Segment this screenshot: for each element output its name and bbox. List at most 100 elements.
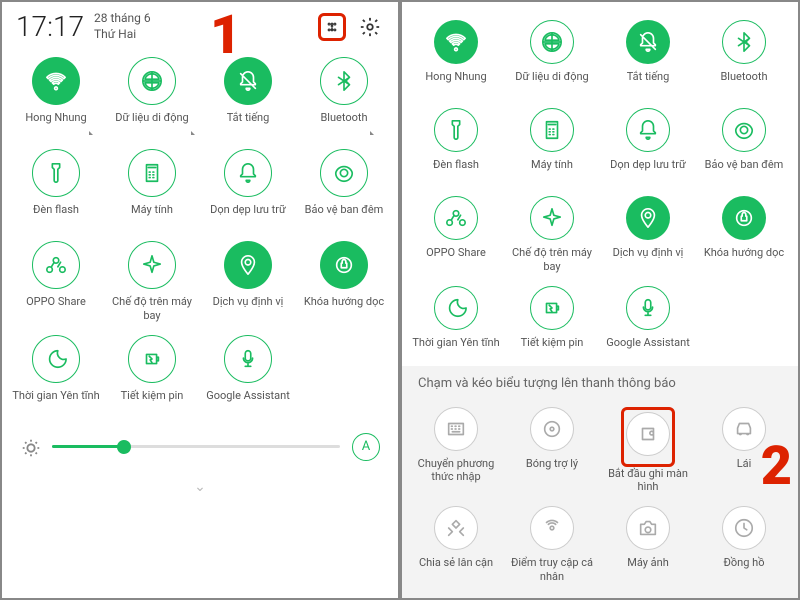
wifi-icon <box>32 57 80 105</box>
drag-handle[interactable]: ⌄ <box>2 475 398 499</box>
tile-label: Lái <box>737 457 752 483</box>
tile-flashlight[interactable]: Đèn flash <box>408 104 504 188</box>
tile-label: Dữ liệu di động <box>115 111 188 137</box>
tile-keyboard[interactable]: Chuyển phương thức nhập <box>408 403 504 499</box>
highlight-box <box>621 407 675 467</box>
tile-record[interactable]: Bắt đầu ghi màn hình <box>600 403 696 499</box>
tile-location[interactable]: Dịch vụ định vị <box>200 237 296 327</box>
tile-lock-rotation[interactable]: Khóa hướng dọc <box>296 237 392 327</box>
tile-bluetooth[interactable]: Bluetooth <box>296 53 392 141</box>
tile-label: Bluetooth <box>320 111 367 137</box>
tile-label: Máy tính <box>131 203 173 229</box>
tile-calculator[interactable]: Máy tính <box>104 145 200 233</box>
auto-brightness-toggle[interactable]: A <box>352 433 380 461</box>
camera-icon <box>626 506 670 550</box>
settings-button[interactable] <box>356 13 384 41</box>
eye-care-icon <box>722 108 766 152</box>
tile-bell[interactable]: Dọn dẹp lưu trữ <box>200 145 296 233</box>
airplane-icon <box>128 241 176 289</box>
section-title: Chạm và kéo biểu tượng lên thanh thông b… <box>402 366 798 397</box>
tile-circle-dot[interactable]: Bóng trợ lý <box>504 403 600 499</box>
tile-label: OPPO Share <box>426 246 486 272</box>
tile-label: Thời gian Yên tĩnh <box>12 389 99 415</box>
tile-label: Đèn flash <box>433 158 479 184</box>
tile-eye-care[interactable]: Bảo vệ ban đêm <box>296 145 392 233</box>
tile-label: Hong Nhung <box>425 70 486 96</box>
location-icon <box>224 241 272 289</box>
tile-label: Khóa hướng dọc <box>704 246 784 272</box>
tile-globe[interactable]: Dữ liệu di động <box>104 53 200 141</box>
edit-tiles-button[interactable] <box>318 13 346 41</box>
bell-icon <box>224 149 272 197</box>
brightness-slider[interactable] <box>52 445 340 448</box>
mic-icon <box>224 335 272 383</box>
tile-label: Chế độ trên máy bay <box>508 246 596 274</box>
tiles-grid-left: Hong Nhung Dữ liệu di động Tắt tiếng Blueto… <box>2 47 398 419</box>
date-line1: 28 tháng 6 <box>94 11 151 27</box>
tile-label: Bóng trợ lý <box>526 457 578 483</box>
tile-label: Dịch vụ định vị <box>213 295 284 321</box>
car-icon <box>722 407 766 451</box>
tile-moon[interactable]: Thời gian Yên tĩnh <box>408 282 504 366</box>
brightness-slider-row: A <box>2 419 398 475</box>
date-line2: Thứ Hai <box>94 27 151 43</box>
tile-label: Google Assistant <box>606 336 690 362</box>
tile-airplane[interactable]: Chế độ trên máy bay <box>504 192 600 278</box>
tile-bluetooth[interactable]: Bluetooth <box>696 16 792 100</box>
tile-hotspot[interactable]: Điểm truy cập cá nhân <box>504 502 600 588</box>
battery-icon <box>530 286 574 330</box>
keyboard-icon <box>434 407 478 451</box>
wifi-icon <box>434 20 478 64</box>
flashlight-icon <box>32 149 80 197</box>
tile-label: Tiết kiệm pin <box>121 389 184 415</box>
tile-label: Thời gian Yên tĩnh <box>412 336 499 362</box>
record-icon <box>626 412 670 456</box>
tile-label: Chia sẻ lân cận <box>419 556 493 582</box>
tile-moon[interactable]: Thời gian Yên tĩnh <box>8 331 104 419</box>
tile-share[interactable]: OPPO Share <box>8 237 104 327</box>
tile-label: Máy tính <box>531 158 573 184</box>
share-icon <box>32 241 80 289</box>
tiles-grid-right-top: Hong Nhung Dữ liệu di độngTắt tiếngBlueto… <box>402 2 798 366</box>
location-icon <box>626 196 670 240</box>
bell-off-icon <box>626 20 670 64</box>
tile-label: Dọn dẹp lưu trữ <box>210 203 286 229</box>
status-bar: 17:17 28 tháng 6 Thứ Hai <box>2 2 398 47</box>
tile-share[interactable]: OPPO Share <box>408 192 504 278</box>
tile-label: Tiết kiệm pin <box>521 336 584 362</box>
globe-icon <box>530 20 574 64</box>
tile-airplane[interactable]: Chế độ trên máy bay <box>104 237 200 327</box>
tile-mic[interactable]: Google Assistant <box>600 282 696 366</box>
tile-mic[interactable]: Google Assistant <box>200 331 296 419</box>
calculator-icon <box>530 108 574 152</box>
tile-calculator[interactable]: Máy tính <box>504 104 600 188</box>
share-icon <box>434 196 478 240</box>
tile-lock-rotation[interactable]: Khóa hướng dọc <box>696 192 792 278</box>
tile-battery[interactable]: Tiết kiệm pin <box>504 282 600 366</box>
tile-wifi[interactable]: Hong Nhung <box>408 16 504 100</box>
tile-globe[interactable]: Dữ liệu di động <box>504 16 600 100</box>
tile-battery[interactable]: Tiết kiệm pin <box>104 331 200 419</box>
tile-location[interactable]: Dịch vụ định vị <box>600 192 696 278</box>
quick-settings-panel-left: 1 17:17 28 tháng 6 Thứ Hai Hong NhungDữ … <box>2 2 398 598</box>
tile-label: Đèn flash <box>33 203 79 229</box>
tile-label: Hong Nhung <box>25 111 86 137</box>
bluetooth-icon <box>320 57 368 105</box>
tile-bell[interactable]: Dọn dẹp lưu trữ <box>600 104 696 188</box>
brightness-icon <box>20 437 40 457</box>
tile-wifi[interactable]: Hong Nhung <box>8 53 104 141</box>
moon-icon <box>32 335 80 383</box>
tile-label: Tắt tiếng <box>227 111 270 137</box>
tile-bell-off[interactable]: Tắt tiếng <box>600 16 696 100</box>
tile-flashlight[interactable]: Đèn flash <box>8 145 104 233</box>
available-tiles-section: Chạm và kéo biểu tượng lên thanh thông b… <box>402 366 798 599</box>
tile-camera[interactable]: Máy ảnh <box>600 502 696 588</box>
tile-label: Bảo vệ ban đêm <box>705 158 784 184</box>
tile-eye-care[interactable]: Bảo vệ ban đêm <box>696 104 792 188</box>
tile-clock[interactable]: Đồng hồ <box>696 502 792 588</box>
circle-dot-icon <box>530 407 574 451</box>
tile-nearby[interactable]: Chia sẻ lân cận <box>408 502 504 588</box>
bluetooth-icon <box>722 20 766 64</box>
lock-rotation-icon <box>722 196 766 240</box>
clock: 17:17 <box>16 10 84 43</box>
